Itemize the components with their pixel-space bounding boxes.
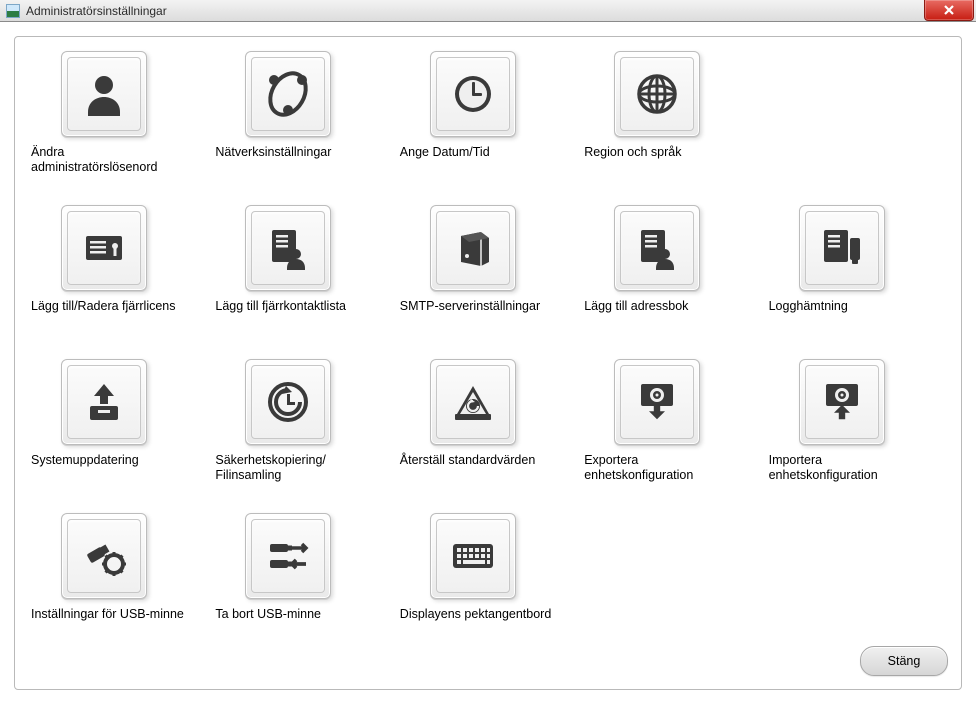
logfetch-button[interactable] (799, 205, 885, 291)
touch-keyboard-label: Displayens pektangentbord (400, 607, 570, 622)
cell-change-admin-password: Ändra administratörslösenord (27, 51, 211, 179)
cell-empty-1 (765, 51, 949, 179)
addressbook-button[interactable] (614, 205, 700, 291)
addressbook-icon (631, 222, 683, 274)
set-datetime-label: Ange Datum/Tid (400, 145, 570, 160)
keyboard-icon (447, 530, 499, 582)
clock-icon (447, 68, 499, 120)
import-config-label: Importera enhetskonfiguration (769, 453, 939, 483)
touch-keyboard-button[interactable] (430, 513, 516, 599)
cell-touch-keyboard: Displayens pektangentbord (396, 513, 580, 641)
backup-label: Säkerhetskopiering/ Filinsamling (215, 453, 385, 483)
backup-button[interactable] (245, 359, 331, 445)
titlebar: Administratörsinställningar (0, 0, 976, 22)
usb-eject-icon (262, 530, 314, 582)
cell-export-config: Exportera enhetskonfiguration (580, 359, 764, 487)
contact-list-icon (262, 222, 314, 274)
cell-set-datetime: Ange Datum/Tid (396, 51, 580, 179)
set-datetime-button[interactable] (430, 51, 516, 137)
export-config-icon (631, 376, 683, 428)
remote-license-button[interactable] (61, 205, 147, 291)
region-language-label: Region och språk (584, 145, 754, 160)
remote-contactlist-label: Lägg till fjärrkontaktlista (215, 299, 385, 314)
cell-region-language: Region och språk (580, 51, 764, 179)
license-icon (78, 222, 130, 274)
cell-smtp-settings: SMTP-serverinställningar (396, 205, 580, 333)
cell-usb-eject: Ta bort USB-minne (211, 513, 395, 641)
backup-clock-icon (262, 376, 314, 428)
usb-settings-label: Inställningar för USB-minne (31, 607, 201, 622)
close-icon (943, 4, 955, 16)
smtp-settings-label: SMTP-serverinställningar (400, 299, 570, 314)
cell-addressbook: Lägg till adressbok (580, 205, 764, 333)
system-update-button[interactable] (61, 359, 147, 445)
logfetch-label: Logghämtning (769, 299, 939, 314)
remote-license-label: Lägg till/Radera fjärrlicens (31, 299, 201, 314)
app-icon (6, 4, 20, 18)
content-panel: Ändra administratörslösenord Nätverksins… (14, 36, 962, 690)
admin-settings-window: Administratörsinställningar Ändra admini… (0, 0, 976, 704)
log-export-icon (816, 222, 868, 274)
close-button[interactable]: Stäng (860, 646, 948, 676)
globe-icon (631, 68, 683, 120)
smtp-settings-button[interactable] (430, 205, 516, 291)
addressbook-label: Lägg till adressbok (584, 299, 754, 314)
usb-eject-button[interactable] (245, 513, 331, 599)
change-admin-password-button[interactable] (61, 51, 147, 137)
restore-icon (447, 376, 499, 428)
user-icon (78, 68, 130, 120)
cell-import-config: Importera enhetskonfiguration (765, 359, 949, 487)
export-config-button[interactable] (614, 359, 700, 445)
system-update-label: Systemuppdatering (31, 453, 201, 468)
window-close-button[interactable] (924, 0, 974, 21)
restore-defaults-label: Återställ standardvärden (400, 453, 570, 468)
cell-remote-contactlist: Lägg till fjärrkontaktlista (211, 205, 395, 333)
window-title: Administratörsinställningar (26, 4, 167, 18)
usb-eject-label: Ta bort USB-minne (215, 607, 385, 622)
cell-usb-settings: Inställningar för USB-minne (27, 513, 211, 641)
server-icon (447, 222, 499, 274)
usb-settings-button[interactable] (61, 513, 147, 599)
change-admin-password-label: Ändra administratörslösenord (31, 145, 201, 175)
cell-system-update: Systemuppdatering (27, 359, 211, 487)
network-icon (262, 68, 314, 120)
import-config-button[interactable] (799, 359, 885, 445)
cell-restore-defaults: Återställ standardvärden (396, 359, 580, 487)
remote-contactlist-button[interactable] (245, 205, 331, 291)
update-icon (78, 376, 130, 428)
cell-empty-3 (765, 513, 949, 641)
network-settings-button[interactable] (245, 51, 331, 137)
cell-empty-2 (580, 513, 764, 641)
cell-remote-license: Lägg till/Radera fjärrlicens (27, 205, 211, 333)
close-button-label: Stäng (888, 654, 921, 668)
region-language-button[interactable] (614, 51, 700, 137)
import-config-icon (816, 376, 868, 428)
usb-gear-icon (78, 530, 130, 582)
settings-grid: Ändra administratörslösenord Nätverksins… (27, 51, 949, 641)
restore-defaults-button[interactable] (430, 359, 516, 445)
export-config-label: Exportera enhetskonfiguration (584, 453, 754, 483)
cell-network-settings: Nätverksinställningar (211, 51, 395, 179)
cell-logfetch: Logghämtning (765, 205, 949, 333)
network-settings-label: Nätverksinställningar (215, 145, 385, 160)
cell-backup: Säkerhetskopiering/ Filinsamling (211, 359, 395, 487)
